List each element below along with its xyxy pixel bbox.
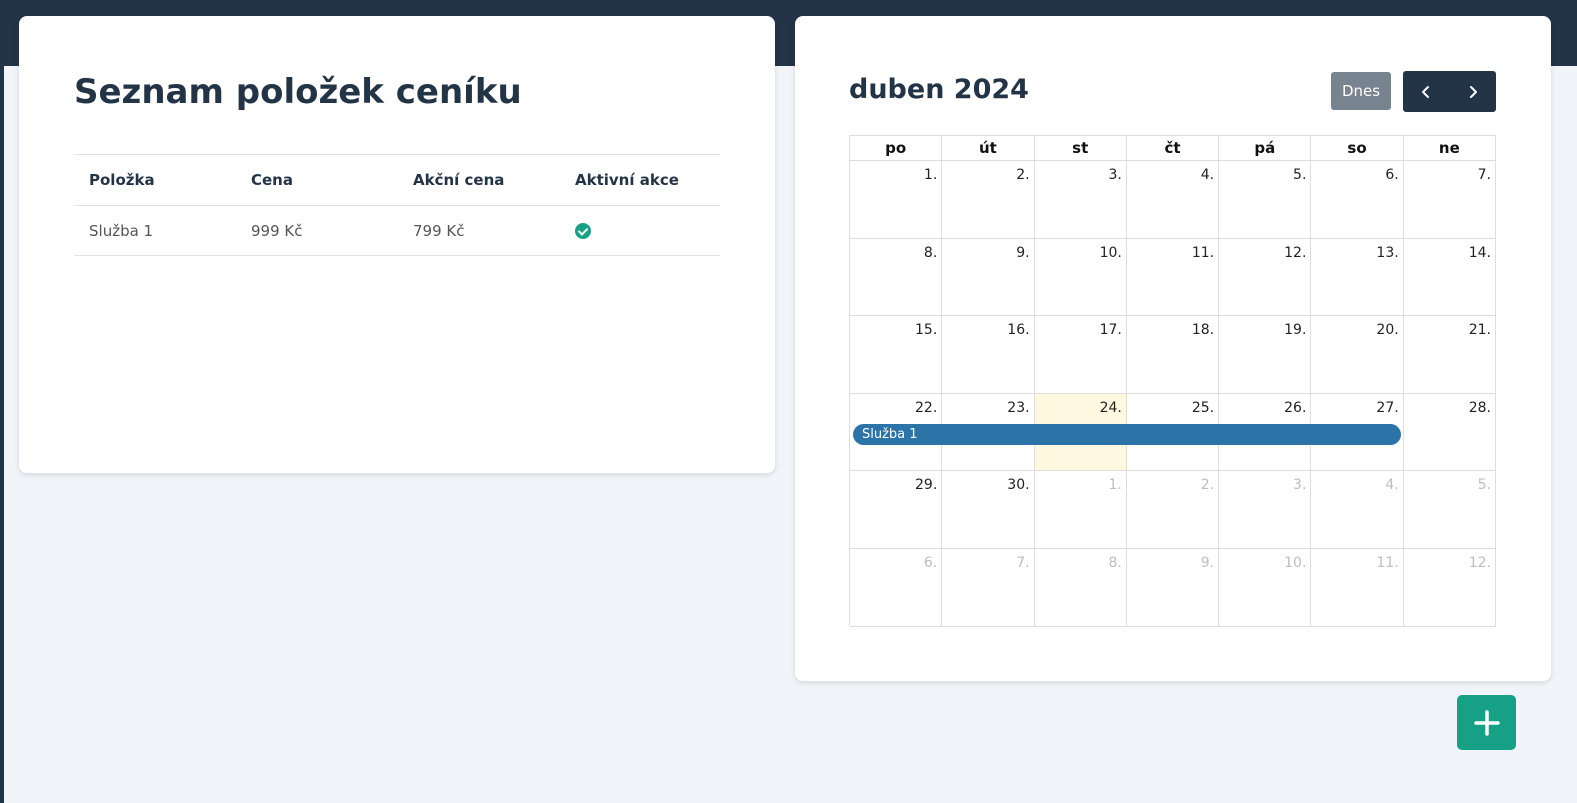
calendar-day-other-month[interactable]: 10. bbox=[1219, 548, 1312, 627]
calendar-day[interactable]: 6. bbox=[1311, 161, 1404, 239]
calendar-day-other-month[interactable]: 5. bbox=[1403, 471, 1496, 549]
calendar-day[interactable]: 15. bbox=[850, 316, 943, 394]
calendar-day[interactable]: 11. bbox=[1126, 238, 1220, 317]
calendar-day[interactable]: 21. bbox=[1403, 316, 1496, 394]
today-button[interactable]: Dnes bbox=[1331, 72, 1391, 110]
calendar-day-other-month[interactable]: 7. bbox=[942, 548, 1035, 627]
calendar-day-other-month[interactable]: 6. bbox=[850, 548, 943, 627]
column-header-sale-price: Akční cena bbox=[398, 154, 560, 206]
add-button[interactable] bbox=[1457, 695, 1516, 750]
calendar-day[interactable]: 16. bbox=[942, 316, 1035, 394]
left-edge bbox=[0, 0, 4, 803]
prev-month-button[interactable] bbox=[1403, 71, 1450, 112]
calendar-day-other-month[interactable]: 8. bbox=[1034, 548, 1127, 627]
calendar-week: 22. 23. 24. 25. 26. 27. 28. Služba 1 bbox=[850, 393, 1496, 472]
calendar-day[interactable]: 20. bbox=[1311, 316, 1404, 394]
calendar-day-other-month[interactable]: 11. bbox=[1311, 548, 1404, 627]
calendar-card: duben 2024 Dnes po út st čt pá so ne 1. … bbox=[795, 16, 1551, 681]
calendar-day[interactable]: 28. bbox=[1403, 393, 1496, 472]
calendar-day-other-month[interactable]: 4. bbox=[1311, 471, 1404, 549]
table-row[interactable]: Služba 1 999 Kč 799 Kč bbox=[74, 205, 720, 256]
calendar-day[interactable]: 5. bbox=[1219, 161, 1312, 239]
calendar-day[interactable]: 7. bbox=[1403, 161, 1496, 239]
weekday-header: po bbox=[850, 136, 943, 161]
calendar-day[interactable]: 2. bbox=[942, 161, 1035, 239]
calendar-day[interactable]: 17. bbox=[1034, 316, 1127, 394]
weekday-header-row: po út st čt pá so ne bbox=[850, 136, 1496, 161]
column-header-active-sale: Aktivní akce bbox=[560, 154, 720, 206]
calendar-day-other-month[interactable]: 9. bbox=[1126, 548, 1220, 627]
calendar-day-other-month[interactable]: 2. bbox=[1126, 471, 1220, 549]
calendar-day[interactable]: 18. bbox=[1126, 316, 1220, 394]
cell-item: Služba 1 bbox=[74, 205, 236, 256]
calendar-day-other-month[interactable]: 1. bbox=[1034, 471, 1127, 549]
calendar-day[interactable]: 8. bbox=[850, 238, 943, 317]
calendar-week: 1. 2. 3. 4. 5. 6. 7. bbox=[850, 161, 1496, 239]
calendar-day[interactable]: 29. bbox=[850, 471, 943, 549]
price-table: Položka Cena Akční cena Aktivní akce Slu… bbox=[74, 154, 720, 256]
plus-icon bbox=[1473, 709, 1500, 736]
calendar-day-other-month[interactable]: 12. bbox=[1403, 548, 1496, 627]
weekday-header: ne bbox=[1403, 136, 1496, 161]
calendar-day[interactable]: 12. bbox=[1219, 238, 1312, 317]
calendar-day[interactable]: 30. bbox=[942, 471, 1035, 549]
column-header-item: Položka bbox=[74, 154, 236, 206]
calendar-day[interactable]: 10. bbox=[1034, 238, 1127, 317]
calendar-day[interactable]: 3. bbox=[1034, 161, 1127, 239]
calendar-event[interactable]: Služba 1 bbox=[853, 423, 1401, 445]
check-circle-icon bbox=[575, 223, 591, 239]
calendar-nav-group bbox=[1403, 71, 1496, 112]
cell-price: 999 Kč bbox=[236, 205, 398, 256]
weekday-header: so bbox=[1311, 136, 1404, 161]
calendar-week: 15. 16. 17. 18. 19. 20. 21. bbox=[850, 316, 1496, 394]
page-title: Seznam položek ceníku bbox=[74, 72, 522, 112]
price-list-card: Seznam položek ceníku Položka Cena Akční… bbox=[19, 16, 775, 473]
calendar-day[interactable]: 13. bbox=[1311, 238, 1404, 317]
column-header-price: Cena bbox=[236, 154, 398, 206]
chevron-left-icon bbox=[1422, 85, 1430, 98]
calendar-week: 6. 7. 8. 9. 10. 11. 12. bbox=[850, 548, 1496, 627]
calendar-week: 8. 9. 10. 11. 12. 13. 14. bbox=[850, 238, 1496, 317]
calendar-day[interactable]: 14. bbox=[1403, 238, 1496, 317]
calendar-week: 29. 30. 1. 2. 3. 4. 5. bbox=[850, 471, 1496, 549]
cell-active-sale bbox=[560, 205, 720, 256]
cell-sale-price: 799 Kč bbox=[398, 205, 560, 256]
weekday-header: čt bbox=[1126, 136, 1220, 161]
table-header-row: Položka Cena Akční cena Aktivní akce bbox=[74, 154, 720, 206]
calendar-day[interactable]: 1. bbox=[850, 161, 943, 239]
calendar-title: duben 2024 bbox=[849, 74, 1029, 105]
calendar-grid: po út st čt pá so ne 1. 2. 3. 4. 5. 6. 7… bbox=[849, 135, 1496, 627]
weekday-header: pá bbox=[1219, 136, 1312, 161]
calendar-day[interactable]: 9. bbox=[942, 238, 1035, 317]
calendar-day[interactable]: 4. bbox=[1126, 161, 1220, 239]
calendar-day[interactable]: 19. bbox=[1219, 316, 1312, 394]
calendar-day-other-month[interactable]: 3. bbox=[1219, 471, 1312, 549]
weekday-header: st bbox=[1034, 136, 1127, 161]
weekday-header: út bbox=[942, 136, 1035, 161]
next-month-button[interactable] bbox=[1450, 71, 1497, 112]
chevron-right-icon bbox=[1469, 85, 1477, 98]
